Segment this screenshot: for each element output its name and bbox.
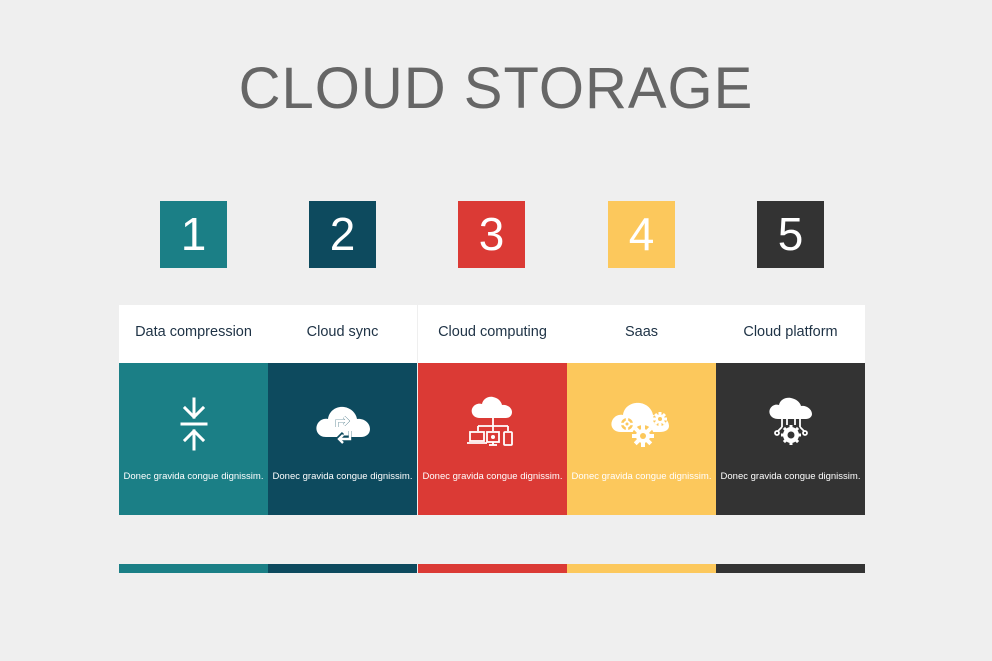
- step-description-4: Donec gravida congue dignissim.: [571, 471, 712, 482]
- step-card-2: Donec gravida congue dignissim.: [268, 363, 417, 515]
- compress-arrows-icon: [119, 393, 268, 455]
- step-label-text: Saas: [624, 324, 659, 340]
- cloud-gears-icon: [567, 393, 716, 455]
- step-number-4: 4: [608, 201, 675, 268]
- step-description-3: Donec gravida congue dignissim.: [422, 471, 563, 482]
- step-label-text: Cloud computing: [438, 324, 547, 340]
- step-number-1: 1: [160, 201, 227, 268]
- step-number-3: 3: [458, 201, 525, 268]
- cloud-sync-icon: [268, 393, 417, 455]
- step-label-text: Cloud platform: [743, 324, 838, 340]
- step-label-1: Data compression: [119, 305, 268, 363]
- step-label-2: Cloud sync: [268, 305, 417, 363]
- cloud-circuit-icon: [716, 393, 865, 455]
- step-description-2: Donec gravida congue dignissim.: [272, 471, 413, 482]
- step-card-4: Donec gravida congue dignissim.: [567, 363, 716, 515]
- step-label-4: Saas: [567, 305, 716, 363]
- color-bar-1: [119, 564, 268, 573]
- step-number-5: 5: [757, 201, 824, 268]
- color-bar-5: [716, 564, 865, 573]
- step-label-3: Cloud computing: [418, 305, 567, 363]
- step-description-1: Donec gravida congue dignissim.: [123, 471, 264, 482]
- step-card-5: Donec gravida congue dignissim.: [716, 363, 865, 515]
- step-label-text: Data compression: [135, 324, 252, 340]
- step-label-5: Cloud platform: [716, 305, 865, 363]
- cloud-network-icon: [418, 393, 567, 455]
- step-card-1: Donec gravida congue dignissim.: [119, 363, 268, 515]
- step-number-2: 2: [309, 201, 376, 268]
- page-title: CLOUD STORAGE: [238, 56, 754, 121]
- step-label-text: Cloud sync: [306, 324, 379, 340]
- step-description-5: Donec gravida congue dignissim.: [720, 471, 861, 482]
- color-bar-4: [567, 564, 716, 573]
- color-bar-2: [268, 564, 417, 573]
- step-card-3: Donec gravida congue dignissim.: [418, 363, 567, 515]
- color-bar-3: [418, 564, 567, 573]
